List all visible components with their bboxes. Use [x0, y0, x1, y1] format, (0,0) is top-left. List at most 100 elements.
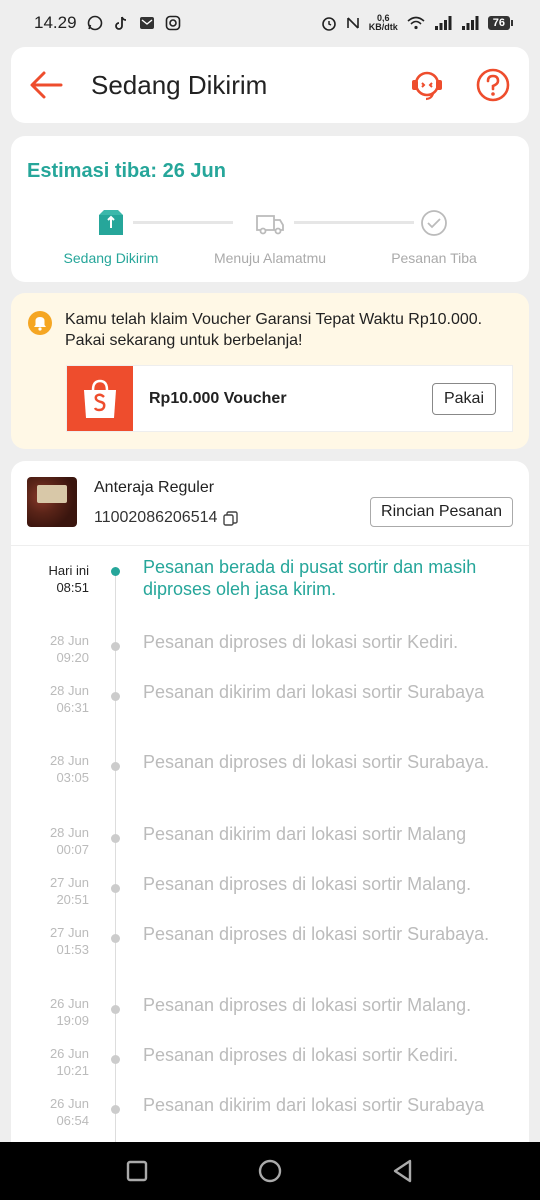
event-dot: [111, 1005, 120, 1014]
event-datetime: 28 Jun 03:05: [11, 752, 89, 786]
event-datetime: 26 Jun 10:21: [11, 1045, 89, 1079]
event-dot: [111, 642, 120, 651]
event-dot: [111, 934, 120, 943]
wifi-icon: [407, 16, 425, 30]
event-datetime: 28 Jun 06:31: [11, 682, 89, 716]
system-nav-bar: [0, 1142, 540, 1200]
back-arrow-icon[interactable]: [29, 70, 63, 100]
event-datetime: 27 Jun 01:53: [11, 924, 89, 958]
event-time: 06:54: [56, 1113, 89, 1128]
event-date: 28 Jun: [49, 683, 89, 698]
recents-icon[interactable]: [123, 1157, 151, 1185]
voucher-name: Rp10.000 Voucher: [149, 389, 287, 407]
step-to-address: Menuju Alamatmu: [180, 208, 360, 266]
event-dot: [111, 884, 120, 893]
event-dot: [111, 1055, 120, 1064]
event-description: Pesanan diproses di lokasi sortir Malang…: [143, 995, 472, 1015]
event-description: Pesanan diproses di lokasi sortir Suraba…: [143, 924, 490, 944]
check-circle-icon: [421, 210, 447, 236]
alarm-icon: [321, 17, 336, 31]
event-description: Pesanan dikirim dari lokasi sortir Malan…: [143, 824, 467, 844]
whatsapp-icon: [87, 15, 102, 31]
event-date: 28 Jun: [49, 633, 89, 648]
signal-icon-2: [461, 16, 479, 30]
signal-icon-1: [434, 16, 452, 30]
step-label-to-address: Menuju Alamatmu: [213, 250, 327, 266]
event-description: Pesanan diproses di lokasi sortir Kediri…: [143, 1045, 459, 1065]
voucher-message: Kamu telah klaim Voucher Garansi Tepat W…: [65, 311, 483, 349]
voucher-card: Kamu telah klaim Voucher Garansi Tepat W…: [11, 293, 529, 449]
courier-info: Anteraja Reguler 11002086206514 Rincian …: [27, 477, 513, 529]
event-datetime: Hari ini 08:51: [11, 562, 89, 596]
event-date: 27 Jun: [49, 875, 89, 890]
event-dot: [111, 1105, 120, 1114]
event-date: Hari ini: [48, 563, 89, 578]
event-date: 26 Jun: [49, 1046, 89, 1061]
delivery-progress: Sedang Dikirim Menuju Alamatmu Pesanan T…: [11, 208, 529, 268]
event-description: Pesanan diproses di lokasi sortir Suraba…: [143, 752, 490, 772]
box-icon: [99, 210, 123, 235]
order-details-button[interactable]: Rincian Pesanan: [370, 497, 513, 527]
step-label-shipping: Sedang Dikirim: [63, 250, 159, 266]
event-time: 19:09: [56, 1013, 89, 1028]
event-time: 03:05: [56, 770, 89, 785]
event-time: 10:21: [56, 1063, 89, 1078]
event-time: 01:53: [56, 942, 89, 957]
event-dot: [111, 567, 120, 576]
battery-indicator: 76: [487, 16, 514, 30]
event-datetime: 26 Jun 06:54: [11, 1095, 89, 1129]
step-label-arrived: Pesanan Tiba: [391, 250, 477, 266]
event-time: 06:31: [56, 700, 89, 715]
nfc-icon: [346, 17, 359, 29]
event-description: Pesanan dikirim dari lokasi sortir Surab…: [143, 682, 485, 702]
event-description: Pesanan diproses di lokasi sortir Kediri…: [143, 632, 459, 652]
copy-icon[interactable]: [223, 510, 239, 526]
bell-icon: [28, 311, 52, 335]
instagram-icon: [165, 15, 180, 31]
step-arrived: Pesanan Tiba: [344, 208, 524, 266]
product-thumbnail: [27, 477, 77, 527]
event-dot: [111, 834, 120, 843]
event-dot: [111, 762, 120, 771]
help-icon[interactable]: [475, 67, 511, 103]
divider: [11, 545, 529, 546]
event-date: 28 Jun: [49, 825, 89, 840]
event-description: Pesanan dikirim dari lokasi sortir Surab…: [143, 1095, 485, 1115]
event-description: Pesanan diproses di lokasi sortir Malang…: [143, 874, 472, 894]
tracking-number: 11002086206514: [94, 509, 239, 527]
timeline-line: [115, 568, 116, 1188]
header-bar: Sedang Dikirim: [11, 47, 529, 123]
event-date: 28 Jun: [49, 753, 89, 768]
shopee-logo: [63, 366, 133, 431]
voucher-ticket[interactable]: Rp10.000 Voucher Pakai: [63, 365, 513, 432]
estimated-arrival: Estimasi tiba: 26 Jun: [27, 160, 226, 182]
back-icon[interactable]: [389, 1157, 417, 1185]
event-time: 09:20: [56, 650, 89, 665]
status-time: 14.29: [34, 13, 77, 32]
event-time: 20:51: [56, 892, 89, 907]
event-datetime: 26 Jun 19:09: [11, 995, 89, 1029]
page-title: Sedang Dikirim: [91, 69, 268, 100]
mail-icon: [139, 17, 154, 29]
step-shipping: Sedang Dikirim: [21, 208, 201, 266]
chat-support-icon[interactable]: [409, 67, 445, 103]
truck-icon: [256, 215, 284, 235]
use-voucher-button[interactable]: Pakai: [431, 382, 496, 415]
event-description: Pesanan berada di pusat sortir dan masih…: [143, 557, 477, 599]
event-date: 27 Jun: [49, 925, 89, 940]
home-icon[interactable]: [256, 1157, 284, 1185]
event-date: 26 Jun: [49, 996, 89, 1011]
courier-name: Anteraja Reguler: [94, 479, 215, 496]
event-date: 26 Jun: [49, 1096, 89, 1111]
tracking-card: Anteraja Reguler 11002086206514 Rincian …: [11, 461, 529, 1188]
shopping-bag-icon: [84, 379, 116, 418]
event-time: 00:07: [56, 842, 89, 857]
delivery-estimate-card: Estimasi tiba: 26 Jun Sedang Dikirim Men…: [11, 136, 529, 282]
event-datetime: 28 Jun 09:20: [11, 632, 89, 666]
tiktok-icon: [114, 16, 126, 30]
event-time: 08:51: [56, 580, 89, 595]
event-datetime: 27 Jun 20:51: [11, 874, 89, 908]
event-dot: [111, 692, 120, 701]
status-bar: 14.29 0,6 KB/dtk 76: [0, 0, 540, 46]
event-datetime: 28 Jun 00:07: [11, 824, 89, 858]
